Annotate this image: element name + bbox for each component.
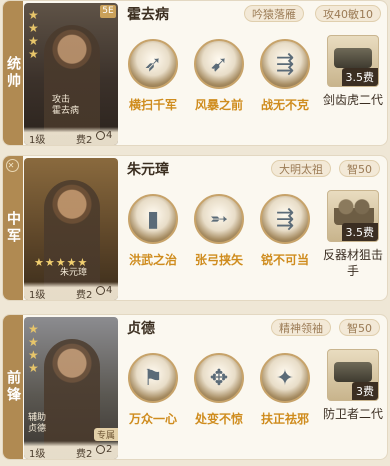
hero-level: 1级: [29, 290, 46, 300]
soldiers-icon: [334, 197, 374, 225]
skill-slot-2[interactable]: ✥ 处变不惊: [191, 353, 247, 427]
hero-card-1[interactable]: 统帅 5E ★ ★ ★ ★ 攻击 霍去病 1级 费2 4 霍去病 吟猿落雁 攻40敏1…: [2, 0, 388, 146]
hero-role: 辅助: [28, 413, 47, 423]
range-icon: [96, 286, 105, 295]
equipment-cost: 3.5费: [341, 223, 378, 241]
skill-name: 张弓挟矢: [194, 253, 243, 267]
hero-card-2[interactable]: ✕ 中军 ★★★★★ 朱元璋 1级 费2 4 朱元璋 大明太祖 智50 ▮ 洪武…: [2, 155, 388, 301]
hero-stats-tag: 智50: [339, 160, 380, 177]
position-label: 统帅: [3, 1, 23, 145]
hero-name: 霍去病: [127, 7, 169, 23]
hero-portrait-name: 朱元璋: [60, 268, 88, 278]
skill-slot-3[interactable]: ⇶ 战无不克: [257, 39, 313, 113]
equipment-cost: 3费: [352, 382, 378, 400]
hero-title-tag: 精神领袖: [271, 319, 331, 336]
hero-level: 1级: [29, 449, 46, 459]
skill-slot-1[interactable]: ⚑ 万众一心: [125, 353, 181, 427]
hero-cost: 费2: [76, 449, 93, 459]
equipment-slot[interactable]: 3费: [327, 349, 379, 401]
hero-cost: 费2: [76, 290, 93, 300]
star-icon: ★: [28, 21, 39, 35]
star-icon: ★: [28, 361, 39, 375]
skill-name: 扶正祛邪: [260, 412, 309, 426]
portrait-footer: 1级 费2 2: [24, 441, 118, 459]
hero-corner-badge: 5E: [100, 5, 116, 18]
equipment-name: 防卫者二代: [322, 407, 383, 421]
skill-slot-1[interactable]: ➶ 横扫千军: [125, 39, 181, 113]
arrow-volley-icon: ➶: [128, 39, 178, 89]
skill-slot-2[interactable]: ➹ 风暴之前: [191, 39, 247, 113]
skill-name: 万众一心: [128, 412, 177, 426]
hero-card-3[interactable]: 前锋 ★ ★ ★ ★ 专属 辅助 贞德 1级 费2 2 贞德 精神领袖 智50 ⚑ 万…: [2, 314, 388, 460]
spears-icon: ⇶: [260, 194, 310, 244]
hero-role: 攻击: [52, 95, 71, 105]
hero-range: 2: [96, 444, 112, 455]
hero-name: 朱元璋: [127, 162, 169, 178]
portrait-footer: 1级 费2 4: [24, 282, 118, 300]
skill-name: 洪武之治: [128, 253, 177, 267]
equipment-cost: 3.5费: [341, 68, 378, 86]
hero-portrait[interactable]: ★★★★★ 朱元璋 1级 费2 4: [24, 158, 118, 300]
hero-portrait[interactable]: ★ ★ ★ ★ 专属 辅助 贞德 1级 费2 2: [24, 317, 118, 459]
rally-icon: ⚑: [128, 353, 178, 403]
range-icon: [96, 131, 105, 140]
tank-icon: [334, 48, 372, 68]
skill-name: 锐不可当: [260, 253, 309, 267]
star-icon: ★: [28, 335, 39, 349]
equipment-slot[interactable]: 3.5费: [327, 35, 379, 87]
purge-icon: ✦: [260, 353, 310, 403]
exclusive-badge: 专属: [93, 428, 118, 441]
crossed-swords-icon: ✕: [6, 159, 19, 172]
skill-slot-3[interactable]: ✦ 扶正祛邪: [257, 353, 313, 427]
hero-figure: [44, 25, 100, 135]
equipment-slot[interactable]: 3.5费: [327, 190, 379, 242]
equipment-name: 反器材狙击手: [322, 248, 383, 278]
star-icon: ★: [28, 8, 39, 22]
position-label: 前锋: [3, 315, 23, 459]
equipment-name: 剑齿虎二代: [322, 93, 383, 107]
hero-cost: 费2: [76, 135, 93, 145]
hero-portrait-name: 霍去病: [52, 106, 80, 116]
archer-icon: ➵: [194, 194, 244, 244]
hero-range: 4: [96, 285, 112, 296]
calm-icon: ✥: [194, 353, 244, 403]
tank-icon: [334, 362, 372, 382]
hero-portrait[interactable]: 5E ★ ★ ★ ★ 攻击 霍去病 1级 费2 4: [24, 3, 118, 145]
star-icon: ★: [28, 348, 39, 362]
star-icon: ★: [28, 34, 39, 48]
skill-name: 处变不惊: [194, 412, 243, 426]
pillar-icon: ▮: [128, 194, 178, 244]
skill-slot-2[interactable]: ➵ 张弓挟矢: [191, 194, 247, 268]
star-icon: ★: [28, 322, 39, 336]
storm-arrows-icon: ➹: [194, 39, 244, 89]
skill-name: 战无不克: [260, 98, 309, 112]
hero-level: 1级: [29, 135, 46, 145]
spears-icon: ⇶: [260, 39, 310, 89]
hero-title-tag: 大明太祖: [271, 160, 331, 177]
hero-portrait-name: 贞德: [28, 424, 47, 434]
hero-name: 贞德: [127, 321, 155, 337]
hero-figure: [44, 339, 100, 449]
star-rating: ★ ★ ★ ★: [28, 9, 39, 60]
range-icon: [96, 445, 105, 454]
hero-range: 4: [96, 130, 112, 141]
hero-stats-tag: 攻40敏10: [315, 5, 381, 22]
skill-name: 横扫千军: [128, 98, 177, 112]
star-icon: ★: [28, 47, 39, 61]
star-rating: ★ ★ ★ ★: [28, 323, 39, 374]
hero-title-tag: 吟猿落雁: [244, 5, 304, 22]
portrait-footer: 1级 费2 4: [24, 127, 118, 145]
position-label: ✕ 中军: [3, 156, 23, 300]
hero-stats-tag: 智50: [339, 319, 380, 336]
skill-slot-3[interactable]: ⇶ 锐不可当: [257, 194, 313, 268]
skill-slot-1[interactable]: ▮ 洪武之治: [125, 194, 181, 268]
skill-name: 风暴之前: [194, 98, 243, 112]
